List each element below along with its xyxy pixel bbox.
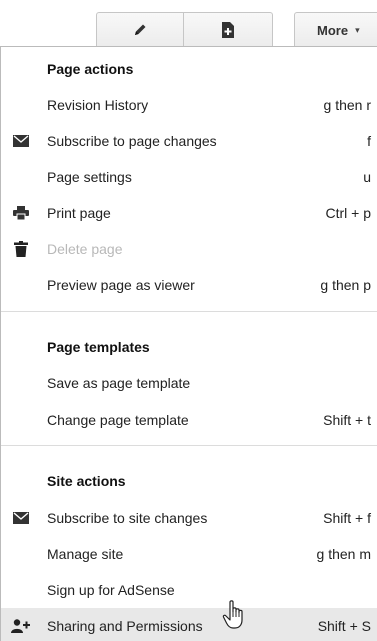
menu-item-subscribe-site-changes[interactable]: Subscribe to site changes Shift + f — [1, 500, 377, 536]
edit-page-button[interactable] — [96, 12, 184, 47]
toolbar: More ▾ — [0, 0, 377, 47]
page-templates-heading: Page templates — [47, 339, 150, 355]
envelope-icon — [10, 123, 32, 159]
menu-item-revision-history[interactable]: Revision History g then r — [1, 87, 377, 123]
menu-item-manage-site[interactable]: Manage site g then m — [1, 536, 377, 572]
new-page-icon — [221, 22, 235, 38]
more-label: More — [317, 22, 349, 38]
new-page-button[interactable] — [183, 12, 273, 47]
envelope-icon — [10, 500, 32, 536]
menu-item-sharing-permissions[interactable]: Sharing and Permissions Shift + S — [1, 608, 377, 641]
printer-icon — [10, 195, 32, 231]
menu-item-delete-page: Delete page — [1, 231, 377, 267]
more-menu-button[interactable]: More ▾ — [294, 12, 377, 47]
menu-item-save-as-template[interactable]: Save as page template — [1, 365, 377, 401]
trash-icon — [10, 231, 32, 267]
more-dropdown-menu: Page actions Revision History g then r S… — [0, 46, 377, 641]
menu-item-sign-up-adsense[interactable]: Sign up for AdSense — [1, 572, 377, 608]
menu-item-preview-as-viewer[interactable]: Preview page as viewer g then p — [1, 267, 377, 303]
pencil-icon — [132, 22, 148, 38]
page-actions-heading: Page actions — [47, 61, 134, 77]
chevron-down-icon: ▾ — [355, 24, 360, 35]
menu-item-page-settings[interactable]: Page settings u — [1, 159, 377, 195]
menu-item-subscribe-page-changes[interactable]: Subscribe to page changes f — [1, 123, 377, 159]
menu-item-print-page[interactable]: Print page Ctrl + p — [1, 195, 377, 231]
site-actions-heading: Site actions — [47, 473, 126, 489]
hand-cursor-icon — [222, 600, 246, 630]
menu-item-change-template[interactable]: Change page template Shift + t — [1, 402, 377, 438]
add-person-icon — [10, 608, 32, 641]
menu-divider — [1, 445, 377, 446]
menu-divider — [1, 311, 377, 312]
